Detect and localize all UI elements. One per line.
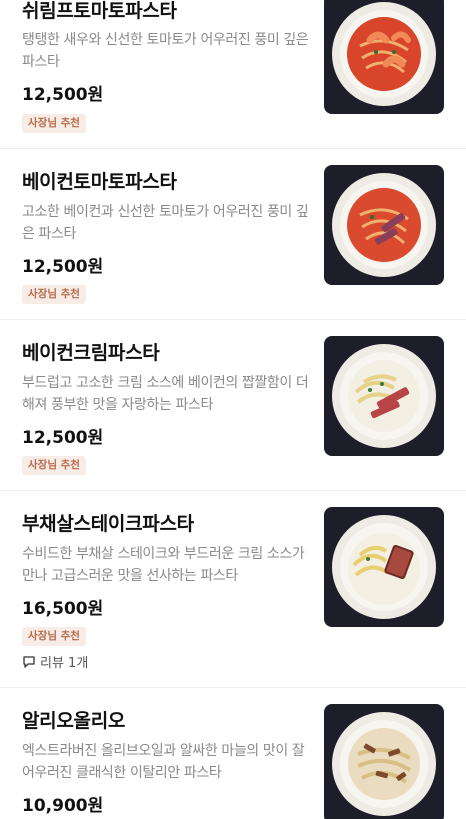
menu-item-bacon-cream-pasta[interactable]: 베이컨크림파스타 부드럽고 고소한 크림 소스에 베이컨의 짭짤함이 더해져 풍… (0, 320, 466, 491)
menu-item-description: 부드럽고 고소한 크림 소스에 베이컨의 짭짤함이 더해져 풍부한 맛을 자랑하… (22, 375, 309, 413)
menu-item-description: 수비드한 부채살 스테이크와 부드러운 크림 소스가 만나 고급스러운 맛을 선… (22, 546, 305, 584)
menu-item-name: 부채살스테이크파스타 (22, 513, 194, 535)
steak-pasta-photo (324, 507, 444, 627)
menu-item-aglio-olio[interactable]: 알리오올리오 엑스트라버진 올리브오일과 알싸한 마늘의 맛이 잘 어우러진 클… (0, 688, 466, 819)
owner-recommend-badge: 사장님 추천 (22, 456, 86, 475)
menu-item-price: 12,500원 (22, 257, 104, 277)
menu-item-description: 탱탱한 새우와 신선한 토마토가 어우러진 풍미 깊은 파스타 (22, 32, 309, 70)
owner-recommend-badge: 사장님 추천 (22, 285, 86, 304)
bacon-cream-pasta-photo (324, 336, 444, 456)
menu-item-name: 베이컨크림파스타 (22, 342, 160, 364)
menu-item-price: 12,500원 (22, 428, 104, 448)
speech-bubble-icon (23, 655, 35, 668)
menu-item-description: 엑스트라버진 올리브오일과 알싸한 마늘의 맛이 잘 어우러진 클래식한 이탈리… (22, 743, 305, 781)
review-count: 리뷰 1개 (40, 656, 89, 671)
owner-recommend-badge: 사장님 추천 (22, 114, 86, 133)
menu-item-name: 알리오올리오 (22, 710, 126, 732)
owner-recommend-badge: 사장님 추천 (22, 627, 86, 646)
aglio-olio-photo (324, 704, 444, 819)
menu-item-steak-pasta[interactable]: 부채살스테이크파스타 수비드한 부채살 스테이크와 부드러운 크림 소스가 만나… (0, 491, 466, 688)
menu-list: 쉬림프토마토파스타 탱탱한 새우와 신선한 토마토가 어우러진 풍미 깊은 파스… (0, 0, 466, 819)
menu-item-description: 고소한 베이컨과 신선한 토마토가 어우러진 풍미 깊은 파스타 (22, 204, 309, 242)
menu-item-shrimp-tomato-pasta[interactable]: 쉬림프토마토파스타 탱탱한 새우와 신선한 토마토가 어우러진 풍미 깊은 파스… (0, 0, 466, 149)
shrimp-tomato-pasta-photo (324, 0, 444, 114)
review-link[interactable]: 리뷰 1개 (22, 652, 88, 671)
menu-item-name: 베이컨토마토파스타 (22, 171, 177, 193)
menu-item-price: 12,500원 (22, 85, 104, 105)
menu-item-name: 쉬림프토마토파스타 (22, 0, 177, 22)
menu-item-price: 16,500원 (22, 599, 104, 619)
menu-item-bacon-tomato-pasta[interactable]: 베이컨토마토파스타 고소한 베이컨과 신선한 토마토가 어우러진 풍미 깊은 파… (0, 149, 466, 320)
bacon-tomato-pasta-photo (324, 165, 444, 285)
menu-item-price: 10,900원 (22, 796, 104, 816)
